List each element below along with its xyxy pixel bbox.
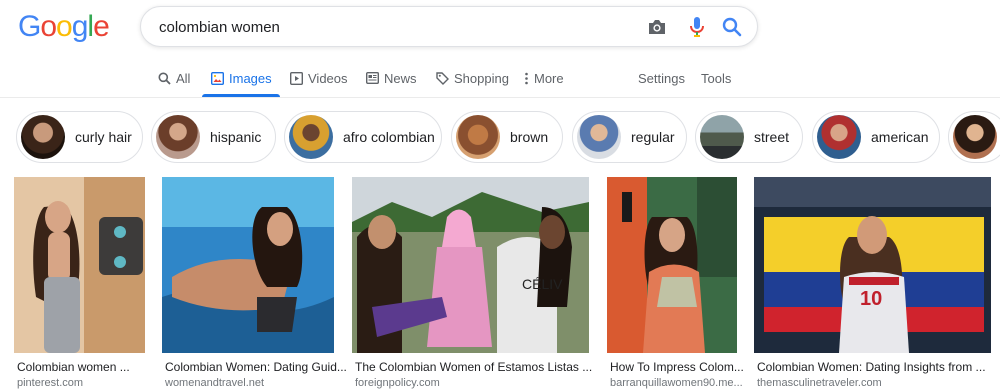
result-title[interactable]: Colombian women ... <box>17 360 130 374</box>
result-image[interactable] <box>14 177 145 353</box>
chip-thumbnail <box>156 115 200 159</box>
tab-label: All <box>176 70 191 86</box>
result-title[interactable]: Colombian Women: Dating Guid... <box>165 360 347 374</box>
chip-afro-colombian[interactable]: afro colombian <box>284 111 442 163</box>
logo-letter: o <box>56 10 73 43</box>
tab-videos[interactable]: Videos <box>290 69 348 87</box>
logo-letter: G <box>18 10 41 43</box>
result-source[interactable]: barranquillawomen90.me... <box>610 377 743 389</box>
svg-text:CÉLIV: CÉLIV <box>522 276 563 292</box>
result-image[interactable]: 10 <box>754 177 991 353</box>
tab-label: Shopping <box>454 70 509 86</box>
chip-street[interactable]: street <box>695 111 803 163</box>
chip-thumbnail <box>577 115 621 159</box>
tab-label: Videos <box>308 70 348 86</box>
chip-thumbnail <box>456 115 500 159</box>
result-image[interactable] <box>607 177 737 353</box>
search-icon[interactable] <box>721 16 743 38</box>
result-source[interactable]: pinterest.com <box>17 377 83 389</box>
related-chips: curly hair hispanic afro colombian brown… <box>0 111 1000 165</box>
chip-label: american <box>871 129 929 145</box>
newspaper-icon <box>366 72 379 84</box>
chip-curly-hair[interactable]: curly hair <box>16 111 143 163</box>
chip-american[interactable]: american <box>812 111 940 163</box>
result-title[interactable]: The Colombian Women of Estamos Listas ..… <box>355 360 592 374</box>
google-logo[interactable]: Google <box>18 10 110 44</box>
tab-news[interactable]: News <box>366 69 417 87</box>
result-source[interactable]: foreignpolicy.com <box>355 377 440 389</box>
search-icon <box>158 72 171 85</box>
search-box <box>140 6 758 47</box>
chip-thumbnail <box>21 115 65 159</box>
chip-label: hispanic <box>210 129 262 145</box>
image-icon <box>211 71 224 85</box>
logo-letter: e <box>93 10 110 43</box>
result-source[interactable]: themasculinetraveler.com <box>757 377 882 389</box>
result-image[interactable] <box>162 177 334 353</box>
chip-hispanic[interactable]: hispanic <box>151 111 276 163</box>
chip-thumbnail <box>817 115 861 159</box>
tab-label: Images <box>229 70 272 86</box>
tab-label: Tools <box>701 70 732 86</box>
chip-label: street <box>754 129 790 145</box>
tab-tools[interactable]: Tools <box>701 69 731 87</box>
search-input[interactable] <box>159 16 619 38</box>
tab-label: More <box>534 70 564 86</box>
result-title[interactable]: How To Impress Colom... <box>610 360 744 374</box>
chip-brown[interactable]: brown <box>451 111 563 163</box>
result-image[interactable]: CÉLIV <box>352 177 589 353</box>
chip-partial[interactable] <box>948 111 1000 163</box>
logo-letter: o <box>40 10 57 43</box>
tab-images[interactable]: Images <box>211 69 272 87</box>
result-title[interactable]: Colombian Women: Dating Insights from ..… <box>757 360 986 374</box>
chip-thumbnail <box>953 115 997 159</box>
tab-shopping[interactable]: Shopping <box>436 69 509 87</box>
tab-more[interactable]: More <box>524 69 564 87</box>
svg-text:10: 10 <box>860 288 882 310</box>
tag-icon <box>436 71 449 85</box>
chip-regular[interactable]: regular <box>572 111 687 163</box>
chip-thumbnail <box>289 115 333 159</box>
chip-label: afro colombian <box>343 129 435 145</box>
chip-label: regular <box>631 129 675 145</box>
camera-icon[interactable] <box>646 16 668 38</box>
more-vert-icon <box>525 72 528 84</box>
logo-letter: g <box>71 10 89 43</box>
chip-label: curly hair <box>75 129 132 145</box>
search-tabs: All Images Videos News Shopping More Set… <box>0 56 1000 98</box>
play-icon <box>290 71 303 85</box>
tab-label: Settings <box>638 70 685 86</box>
chip-thumbnail <box>700 115 744 159</box>
tab-settings[interactable]: Settings <box>638 69 685 87</box>
microphone-icon[interactable] <box>686 16 708 38</box>
result-source[interactable]: womenandtravel.net <box>165 377 264 389</box>
active-tab-indicator <box>202 94 280 97</box>
tab-label: News <box>384 70 417 86</box>
tab-all[interactable]: All <box>158 69 190 87</box>
chip-label: brown <box>510 129 549 145</box>
